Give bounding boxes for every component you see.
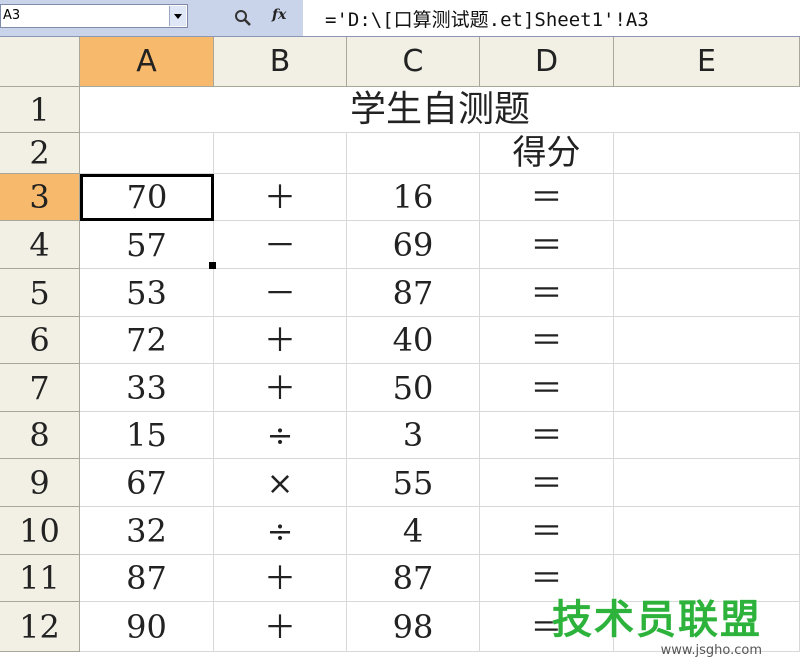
equals-cell[interactable]: ＝ bbox=[480, 317, 614, 364]
empty-cell[interactable] bbox=[614, 174, 800, 221]
operator-cell[interactable]: ＋ bbox=[214, 555, 347, 602]
cell[interactable] bbox=[214, 133, 347, 174]
row-header-5[interactable]: 5 bbox=[0, 269, 80, 317]
operand-c-cell[interactable]: 87 bbox=[347, 555, 480, 602]
operator-cell[interactable]: ＋ bbox=[214, 602, 347, 652]
empty-cell[interactable] bbox=[614, 507, 800, 555]
operand-a-cell[interactable]: 32 bbox=[80, 507, 214, 555]
row-header-6[interactable]: 6 bbox=[0, 317, 80, 364]
magnifier-icon[interactable] bbox=[233, 8, 253, 28]
row-header-3[interactable]: 3 bbox=[0, 174, 80, 221]
operand-a-cell[interactable]: 72 bbox=[80, 317, 214, 364]
row-header-7[interactable]: 7 bbox=[0, 364, 80, 412]
equals-cell[interactable]: ＝ bbox=[480, 364, 614, 412]
empty-cell[interactable] bbox=[614, 221, 800, 269]
empty-cell[interactable] bbox=[614, 317, 800, 364]
empty-cell[interactable] bbox=[614, 364, 800, 412]
operand-c-cell[interactable]: 16 bbox=[347, 174, 480, 221]
operator-cell[interactable]: ＋ bbox=[214, 174, 347, 221]
cell[interactable] bbox=[347, 133, 480, 174]
cell[interactable] bbox=[80, 133, 214, 174]
chevron-down-icon[interactable] bbox=[169, 6, 186, 26]
name-box[interactable]: A3 bbox=[0, 4, 188, 28]
formula-bar: A3 fx ='D:\[口算测试题.et]Sheet1'!A3 bbox=[0, 0, 800, 37]
operand-a-cell[interactable]: 53 bbox=[80, 269, 214, 317]
row-header-11[interactable]: 11 bbox=[0, 555, 80, 602]
operand-a-cell[interactable]: 87 bbox=[80, 555, 214, 602]
operator-cell[interactable]: ÷ bbox=[214, 507, 347, 555]
operand-c-cell[interactable]: 87 bbox=[347, 269, 480, 317]
equals-cell[interactable]: ＝ bbox=[480, 174, 614, 221]
operand-c-cell[interactable]: 50 bbox=[347, 364, 480, 412]
sheet-title[interactable]: 学生自测题 bbox=[80, 87, 800, 133]
operand-a-cell[interactable]: 33 bbox=[80, 364, 214, 412]
formula-input[interactable]: ='D:\[口算测试题.et]Sheet1'!A3 bbox=[303, 0, 800, 36]
row-header-8[interactable]: 8 bbox=[0, 412, 80, 459]
equals-cell[interactable]: ＝ bbox=[480, 459, 614, 507]
formula-text: ='D:\[口算测试题.et]Sheet1'!A3 bbox=[325, 9, 649, 31]
column-header-b[interactable]: B bbox=[214, 37, 347, 87]
active-cell-a3[interactable]: 70 bbox=[80, 174, 214, 221]
row-header-10[interactable]: 10 bbox=[0, 507, 80, 555]
equals-cell[interactable]: ＝ bbox=[480, 269, 614, 317]
equals-cell[interactable]: ＝ bbox=[480, 221, 614, 269]
operand-c-cell[interactable]: 98 bbox=[347, 602, 480, 652]
empty-cell[interactable] bbox=[614, 269, 800, 317]
name-box-value: A3 bbox=[3, 8, 21, 23]
operand-c-cell[interactable]: 4 bbox=[347, 507, 480, 555]
row-header-12[interactable]: 12 bbox=[0, 602, 80, 652]
watermark-url: www.jsgho.com bbox=[660, 643, 762, 658]
operator-cell[interactable]: ÷ bbox=[214, 412, 347, 459]
empty-cell[interactable] bbox=[614, 459, 800, 507]
operator-cell[interactable]: × bbox=[214, 459, 347, 507]
operand-a-cell[interactable]: 15 bbox=[80, 412, 214, 459]
operator-cell[interactable]: － bbox=[214, 269, 347, 317]
select-all-corner[interactable] bbox=[0, 37, 80, 87]
cell[interactable] bbox=[614, 133, 800, 174]
operand-c-cell[interactable]: 69 bbox=[347, 221, 480, 269]
column-header-c[interactable]: C bbox=[347, 37, 480, 87]
operand-a-cell[interactable]: 57 bbox=[80, 221, 214, 269]
row-header-1[interactable]: 1 bbox=[0, 87, 80, 133]
operand-a-cell[interactable]: 90 bbox=[80, 602, 214, 652]
function-icon[interactable]: fx bbox=[272, 7, 286, 23]
column-header-d[interactable]: D bbox=[480, 37, 614, 87]
operator-cell[interactable]: ＋ bbox=[214, 364, 347, 412]
row-header-4[interactable]: 4 bbox=[0, 221, 80, 269]
column-header-a[interactable]: A bbox=[80, 37, 214, 87]
equals-cell[interactable]: ＝ bbox=[480, 412, 614, 459]
empty-cell[interactable] bbox=[614, 412, 800, 459]
operand-a-cell[interactable]: 67 bbox=[80, 459, 214, 507]
equals-cell[interactable]: ＝ bbox=[480, 507, 614, 555]
operand-c-cell[interactable]: 55 bbox=[347, 459, 480, 507]
operand-c-cell[interactable]: 3 bbox=[347, 412, 480, 459]
fill-handle[interactable] bbox=[209, 262, 216, 269]
operator-cell[interactable]: － bbox=[214, 221, 347, 269]
operator-cell[interactable]: ＋ bbox=[214, 317, 347, 364]
operand-c-cell[interactable]: 40 bbox=[347, 317, 480, 364]
column-header-e[interactable]: E bbox=[614, 37, 800, 87]
watermark: 技术员联盟 www.jsgho.com bbox=[552, 587, 762, 658]
row-header-9[interactable]: 9 bbox=[0, 459, 80, 507]
watermark-logo: 技术员联盟 bbox=[552, 597, 762, 643]
row-header-2[interactable]: 2 bbox=[0, 133, 80, 174]
score-header-cell[interactable]: 得分 bbox=[480, 133, 614, 174]
